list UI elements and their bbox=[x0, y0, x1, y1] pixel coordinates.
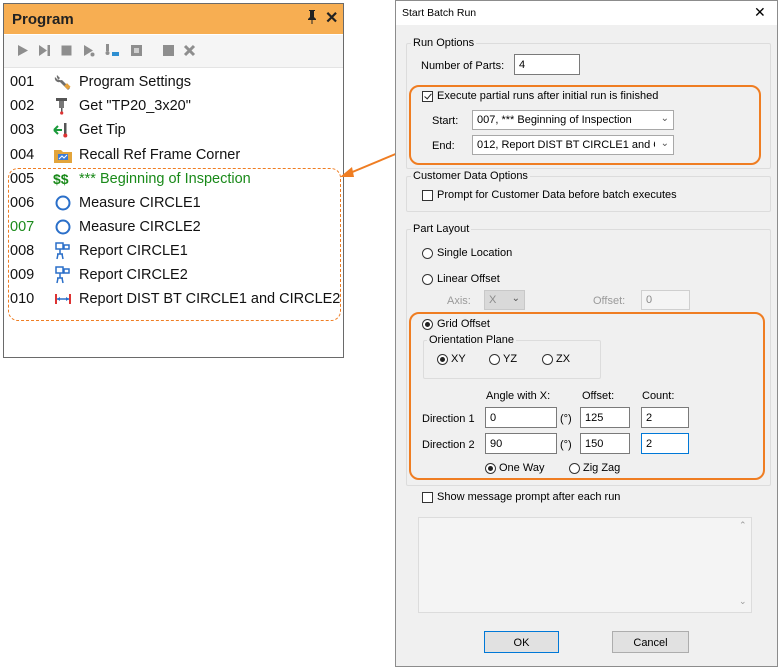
textarea-scrollbar[interactable]: ⌃ ⌄ bbox=[736, 518, 751, 610]
cancel-button[interactable]: Cancel bbox=[612, 631, 689, 653]
pin-icon[interactable] bbox=[306, 9, 318, 28]
dialog-title: Start Batch Run bbox=[402, 7, 477, 19]
number-of-parts-input[interactable] bbox=[514, 54, 580, 75]
plane-zx-radio[interactable] bbox=[542, 354, 553, 365]
plane-xy-label: XY bbox=[451, 353, 466, 365]
ref-frame-icon bbox=[54, 150, 72, 163]
direction-1-count-input[interactable] bbox=[641, 407, 689, 428]
one-way-radio[interactable] bbox=[485, 463, 496, 474]
batch-icon[interactable] bbox=[130, 44, 143, 57]
message-textarea[interactable]: ⌃ ⌄ bbox=[418, 517, 752, 613]
chevron-down-icon: ⌄ bbox=[511, 293, 520, 304]
probe-tool-icon[interactable] bbox=[104, 44, 120, 57]
program-panel: Program ✕ 001 Program Settings 002 Get "… bbox=[3, 3, 344, 358]
axis-select-value: X bbox=[489, 294, 497, 306]
row-number: 004 bbox=[10, 147, 35, 163]
axis-select[interactable]: X ⌄ bbox=[484, 290, 525, 310]
axis-label: Axis: bbox=[447, 295, 471, 307]
end-label: End: bbox=[432, 140, 455, 152]
linear-offset-value-label: Offset: bbox=[593, 295, 626, 307]
range-highlight bbox=[8, 168, 341, 321]
count-header: Count: bbox=[642, 390, 675, 402]
end-select-value: 012, Report DIST BT CIRCLE1 and C bbox=[477, 139, 655, 151]
start-select[interactable]: 007, *** Beginning of Inspection ⌄ bbox=[472, 110, 674, 130]
plane-yz-radio[interactable] bbox=[489, 354, 500, 365]
row-label: Program Settings bbox=[79, 74, 192, 90]
zigzag-label: Zig Zag bbox=[583, 462, 621, 474]
probe-icon bbox=[56, 98, 67, 115]
row-label: Recall Ref Frame Corner bbox=[79, 147, 241, 163]
angle-header: Angle with X: bbox=[486, 390, 551, 402]
run-from-icon[interactable] bbox=[82, 44, 95, 57]
row-label: Get Tip bbox=[79, 122, 126, 138]
list-item[interactable]: 004 Recall Ref Frame Corner bbox=[4, 144, 343, 168]
customer-prompt-checkbox[interactable] bbox=[422, 190, 433, 201]
grid-offset-label: Grid Offset bbox=[437, 318, 490, 330]
row-number: 001 bbox=[10, 74, 35, 90]
ok-button[interactable]: OK bbox=[484, 631, 559, 653]
end-select[interactable]: 012, Report DIST BT CIRCLE1 and C ⌄ bbox=[472, 135, 674, 155]
degree-unit: (°) bbox=[560, 413, 572, 425]
partial-runs-checkbox[interactable] bbox=[422, 91, 433, 102]
direction-2-angle-input[interactable] bbox=[485, 433, 557, 454]
customer-data-legend: Customer Data Options bbox=[411, 170, 530, 182]
scroll-up-icon[interactable]: ⌃ bbox=[739, 520, 747, 531]
batch-run-dialog: Start Batch Run ✕ Run Options Number of … bbox=[395, 0, 778, 667]
direction-1-label: Direction 1 bbox=[422, 413, 475, 425]
close-icon[interactable]: ✕ bbox=[325, 8, 338, 28]
direction-1-offset-input[interactable] bbox=[580, 407, 630, 428]
chevron-down-icon: ⌄ bbox=[660, 113, 669, 124]
partial-runs-label: Execute partial runs after initial run i… bbox=[437, 90, 659, 102]
direction-2-count-input[interactable] bbox=[641, 433, 689, 454]
program-title-bar: Program ✕ bbox=[4, 4, 343, 34]
show-message-checkbox[interactable] bbox=[422, 492, 433, 503]
plane-yz-label: YZ bbox=[503, 353, 518, 365]
step-icon[interactable] bbox=[38, 44, 51, 57]
start-select-value: 007, *** Beginning of Inspection bbox=[477, 114, 632, 126]
offset-header: Offset: bbox=[582, 390, 615, 402]
show-message-label: Show message prompt after each run bbox=[437, 491, 621, 503]
linear-offset-radio[interactable] bbox=[422, 274, 433, 285]
chevron-down-icon: ⌄ bbox=[660, 138, 669, 149]
run-icon[interactable] bbox=[16, 44, 29, 57]
single-location-label: Single Location bbox=[437, 247, 513, 259]
linear-offset-label: Linear Offset bbox=[437, 273, 500, 285]
parts-label: Number of Parts: bbox=[421, 60, 505, 72]
degree-unit: (°) bbox=[560, 439, 572, 451]
delete-grid-icon[interactable] bbox=[183, 44, 196, 57]
wrench-icon bbox=[54, 75, 71, 90]
direction-2-offset-input[interactable] bbox=[580, 433, 630, 454]
list-item[interactable]: 003 Get Tip bbox=[4, 119, 343, 143]
stop-icon[interactable] bbox=[60, 44, 73, 57]
start-label: Start: bbox=[432, 115, 459, 127]
list-item[interactable]: 002 Get "TP20_3x20" bbox=[4, 95, 343, 119]
program-toolbar bbox=[4, 35, 343, 68]
row-label: Get "TP20_3x20" bbox=[79, 98, 191, 114]
row-number: 002 bbox=[10, 98, 35, 114]
list-item[interactable]: 001 Program Settings bbox=[4, 71, 343, 95]
part-layout-legend: Part Layout bbox=[411, 223, 472, 235]
plane-zx-label: ZX bbox=[556, 353, 571, 365]
orientation-plane-legend: Orientation Plane bbox=[427, 334, 516, 346]
close-icon[interactable]: ✕ bbox=[754, 4, 766, 21]
grid-offset-radio[interactable] bbox=[422, 319, 433, 330]
zigzag-radio[interactable] bbox=[569, 463, 580, 474]
direction-1-angle-input[interactable] bbox=[485, 407, 557, 428]
row-number: 003 bbox=[10, 122, 35, 138]
program-title: Program bbox=[12, 11, 74, 28]
plane-xy-radio[interactable] bbox=[437, 354, 448, 365]
single-location-radio[interactable] bbox=[422, 248, 433, 259]
dialog-title-bar: Start Batch Run ✕ bbox=[396, 1, 777, 25]
run-options-legend: Run Options bbox=[411, 37, 477, 49]
grid-icon[interactable] bbox=[162, 44, 175, 57]
scroll-down-icon[interactable]: ⌄ bbox=[739, 596, 747, 607]
direction-2-label: Direction 2 bbox=[422, 439, 475, 451]
customer-prompt-label: Prompt for Customer Data before batch ex… bbox=[437, 189, 677, 201]
linear-offset-input[interactable] bbox=[641, 290, 690, 310]
get-tip-icon bbox=[53, 123, 68, 138]
one-way-label: One Way bbox=[499, 462, 545, 474]
